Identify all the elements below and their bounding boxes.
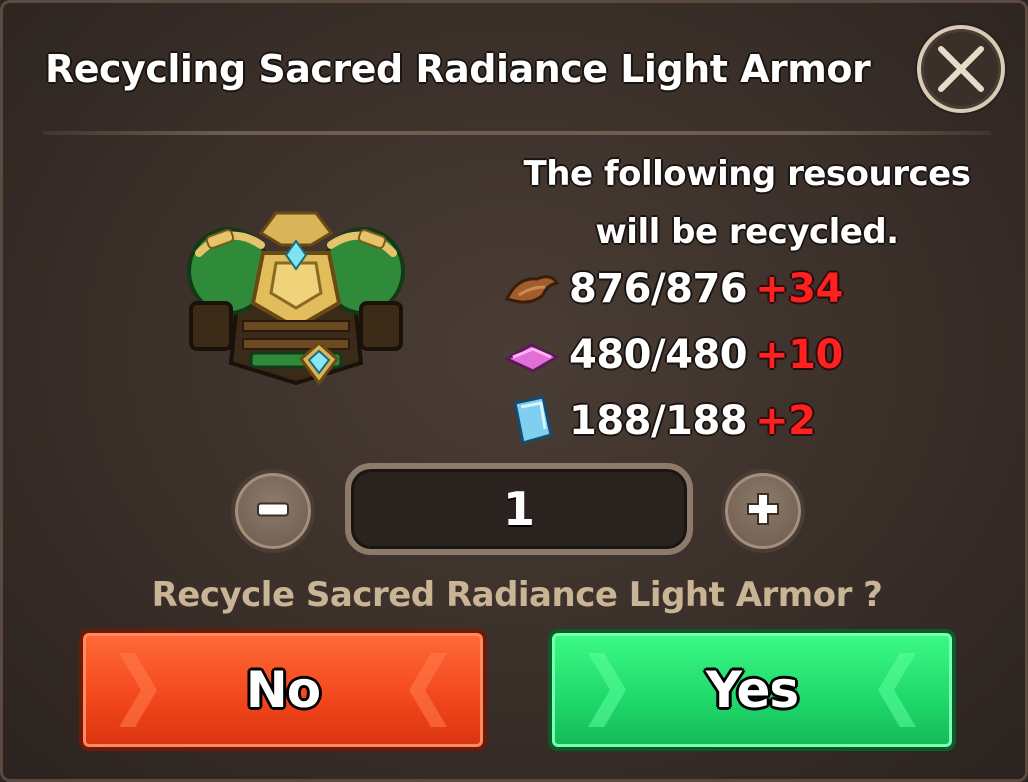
leather-icon (501, 261, 563, 317)
close-icon (938, 46, 984, 92)
leather-amount: 876/876 (569, 266, 748, 312)
crystal-icon (501, 393, 563, 449)
close-button[interactable] (917, 25, 1005, 113)
decrease-button[interactable] (231, 469, 315, 553)
silk-gain: +10 (755, 332, 843, 378)
silk-amount: 480/480 (569, 332, 748, 378)
resource-row-silk: 480/480 +10 (501, 325, 843, 385)
crystal-amount: 188/188 (569, 398, 748, 444)
crystal-gain: +2 (755, 398, 816, 444)
armor-icon (187, 211, 405, 386)
recycle-dialog: Recycling Sacred Radiance Light Armor Th… (0, 0, 1028, 782)
recycle-prompt: Recycle Sacred Radiance Light Armor ? (151, 575, 883, 615)
yes-button[interactable]: Yes (548, 629, 956, 751)
yes-button-label: Yes (705, 661, 799, 719)
title-divider (43, 131, 991, 135)
minus-icon (257, 502, 289, 521)
dialog-title: Recycling Sacred Radiance Light Armor (45, 47, 871, 91)
resources-heading: The following resources will be recycled… (523, 154, 971, 252)
resource-row-crystal: 188/188 +2 (501, 391, 816, 451)
plus-icon (746, 492, 780, 530)
resource-row-leather: 876/876 +34 (501, 259, 843, 319)
no-button[interactable]: No (79, 629, 487, 751)
no-button-label: No (245, 661, 321, 719)
quantity-field[interactable]: 1 (345, 463, 693, 555)
leather-gain: +34 (755, 266, 843, 312)
silk-icon (501, 327, 563, 383)
increase-button[interactable] (721, 469, 805, 553)
